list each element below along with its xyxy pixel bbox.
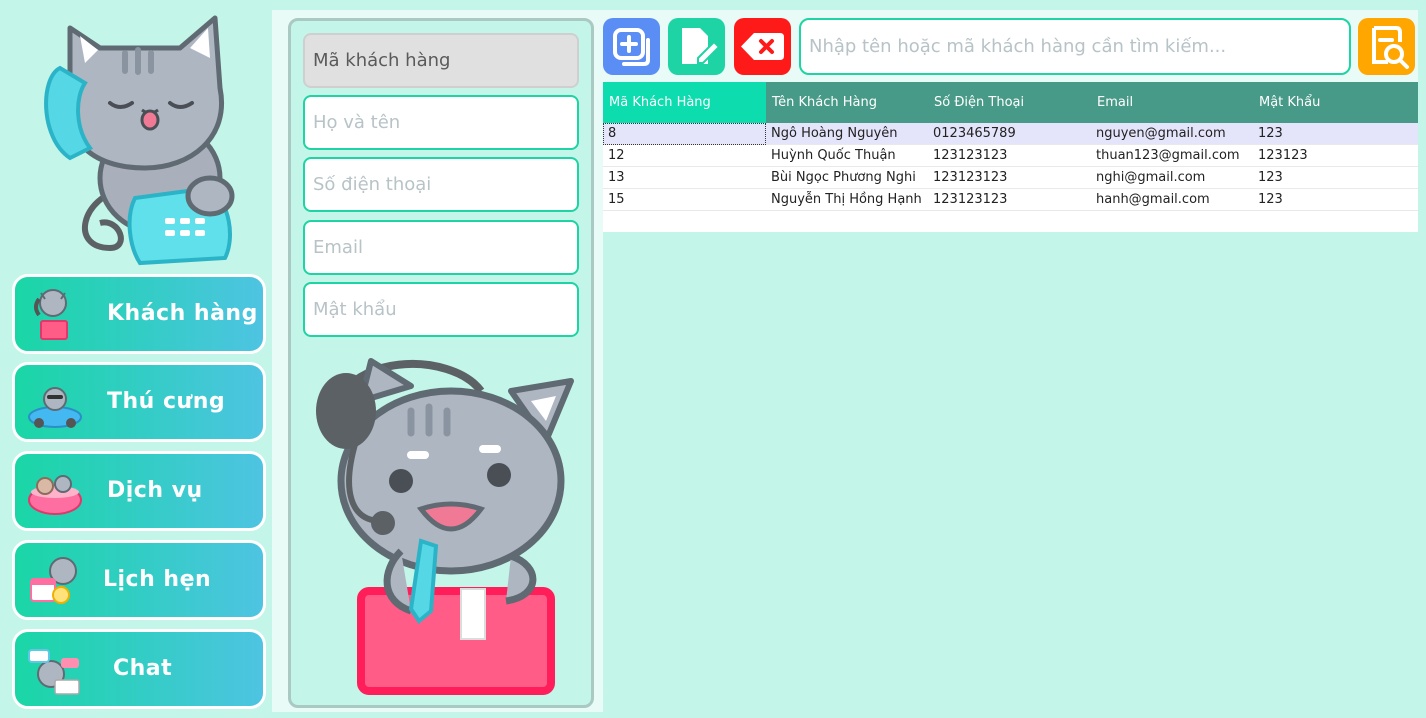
customer-table: Mã Khách Hàng Tên Khách Hàng Số Điện Tho… <box>603 82 1418 232</box>
cat-bath-icon <box>28 475 82 515</box>
edit-button[interactable] <box>668 18 725 75</box>
cell-email[interactable]: hanh@gmail.com <box>1091 188 1253 211</box>
header-email[interactable]: Email <box>1091 82 1253 123</box>
cat-phone-icon <box>34 289 68 340</box>
search-button[interactable] <box>1358 18 1415 75</box>
cell-sdt[interactable]: 123123123 <box>928 188 1091 211</box>
sidebar-item-khach-hang[interactable]: Khách hàng <box>12 274 266 354</box>
ho-ten-field[interactable] <box>303 95 579 150</box>
cell-ten[interactable]: Huỳnh Quốc Thuận <box>766 144 928 167</box>
cell-ten[interactable]: Nguyễn Thị Hồng Hạnh <box>766 188 928 211</box>
cell-sdt[interactable]: 123123123 <box>928 144 1091 167</box>
cat-phone-mascot-icon <box>44 15 235 266</box>
table-header-row: Mã Khách Hàng Tên Khách Hàng Số Điện Tho… <box>603 82 1418 123</box>
empty-cell <box>603 211 1418 233</box>
sidebar-item-lich-hen[interactable]: Lịch hẹn <box>12 540 266 620</box>
customer-table-container: Mã Khách Hàng Tên Khách Hàng Số Điện Tho… <box>603 82 1418 712</box>
main-panel: Mã Khách Hàng Tên Khách Hàng Số Điện Tho… <box>272 10 1418 712</box>
table-empty-row <box>603 211 1418 233</box>
table-row[interactable]: 13 Bùi Ngọc Phương Nghi 123123123 nghi@g… <box>603 166 1418 189</box>
email-field[interactable] <box>303 220 579 275</box>
cell-ten[interactable]: Ngô Hoàng Nguyên <box>766 123 928 145</box>
so-dien-thoai-field[interactable] <box>303 157 579 212</box>
cell-ma[interactable]: 8 <box>603 123 766 145</box>
mat-khau-field[interactable] <box>303 282 579 337</box>
header-ma-khach-hang[interactable]: Mã Khách Hàng <box>603 82 766 123</box>
cell-mat-khau[interactable]: 123 <box>1253 123 1418 145</box>
cell-sdt[interactable]: 0123465789 <box>928 123 1091 145</box>
header-mat-khau[interactable]: Mật Khẩu <box>1253 82 1418 123</box>
cat-chat-icon <box>28 649 80 695</box>
add-icon <box>613 28 650 66</box>
customer-form <box>288 18 594 708</box>
cell-email[interactable]: thuan123@gmail.com <box>1091 144 1253 167</box>
add-button[interactable] <box>603 18 660 75</box>
edit-icon <box>682 28 721 64</box>
cell-email[interactable]: nghi@gmail.com <box>1091 166 1253 189</box>
delete-button[interactable] <box>734 18 791 75</box>
cell-ten[interactable]: Bùi Ngọc Phương Nghi <box>766 166 928 189</box>
cell-sdt[interactable]: 123123123 <box>928 166 1091 189</box>
search-icon <box>1372 26 1409 69</box>
header-so-dien-thoai[interactable]: Số Điện Thoại <box>928 82 1091 123</box>
cell-mat-khau[interactable]: 123123 <box>1253 144 1418 167</box>
search-input[interactable] <box>799 18 1351 75</box>
sidebar-item-label: Dịch vụ <box>107 478 203 503</box>
sidebar-item-label: Chat <box>113 656 173 681</box>
cell-ma[interactable]: 13 <box>603 166 766 189</box>
sidebar-item-dich-vu[interactable]: Dịch vụ <box>12 451 266 531</box>
header-ten-khach-hang[interactable]: Tên Khách Hàng <box>766 82 928 123</box>
backspace-delete-icon <box>741 33 784 60</box>
sidebar-item-label: Khách hàng <box>107 301 258 326</box>
cell-email[interactable]: nguyen@gmail.com <box>1091 123 1253 145</box>
cell-ma[interactable]: 12 <box>603 144 766 167</box>
table-row[interactable]: 12 Huỳnh Quốc Thuận 123123123 thuan123@g… <box>603 144 1418 167</box>
cat-headset-mascot-icon <box>316 358 574 695</box>
table-row[interactable]: 15 Nguyễn Thị Hồng Hạnh 123123123 hanh@g… <box>603 188 1418 211</box>
cat-calendar-icon <box>30 557 77 604</box>
sidebar-item-chat[interactable]: Chat <box>12 629 266 709</box>
sidebar-item-thu-cung[interactable]: Thú cưng <box>12 362 266 442</box>
cell-ma[interactable]: 15 <box>603 188 766 211</box>
sidebar-item-label: Lịch hẹn <box>103 567 212 592</box>
cell-mat-khau[interactable]: 123 <box>1253 166 1418 189</box>
sidebar: Khách hàng Thú cưng Dịch vụ Lịch hẹn Cha… <box>0 0 272 718</box>
ma-khach-hang-field <box>303 33 579 88</box>
cell-mat-khau[interactable]: 123 <box>1253 188 1418 211</box>
cat-car-icon <box>28 387 82 428</box>
sidebar-item-label: Thú cưng <box>107 389 226 414</box>
table-row[interactable]: 8 Ngô Hoàng Nguyên 0123465789 nguyen@gma… <box>603 123 1418 145</box>
